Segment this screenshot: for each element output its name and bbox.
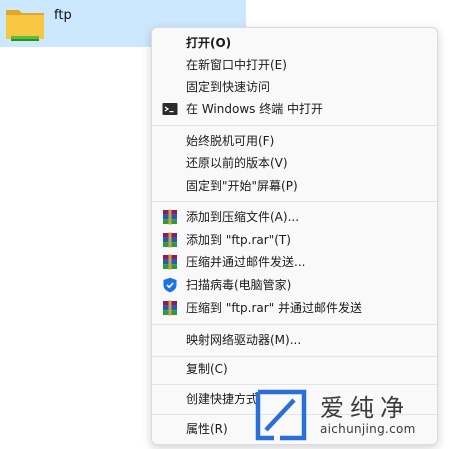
menu-item-label: 压缩并通过邮件发送... xyxy=(186,255,306,269)
menu-item-label: 属性(R) xyxy=(186,422,228,436)
menu-separator xyxy=(152,201,437,202)
winrar-icon xyxy=(163,300,177,316)
menu-item-label: 复制(C) xyxy=(186,362,228,376)
menu-item-label: 在 Windows 终端 中打开 xyxy=(186,102,324,116)
menu-item-compress-email[interactable]: 压缩并通过邮件发送... xyxy=(156,251,434,273)
menu-item-open-new-window[interactable]: 在新窗口中打开(E) xyxy=(156,54,434,76)
menu-item-map-network-drive[interactable]: 映射网络驱动器(M)... xyxy=(156,329,434,351)
menu-item-label: 添加到压缩文件(A)... xyxy=(186,210,300,224)
menu-separator xyxy=(152,356,437,357)
winrar-icon xyxy=(163,232,177,248)
folder-name: ftp xyxy=(54,8,72,23)
menu-item-compress-ftp-rar-email[interactable]: 压缩到 "ftp.rar" 并通过邮件发送 xyxy=(156,297,434,319)
menu-item-label: 在新窗口中打开(E) xyxy=(186,58,287,72)
context-menu: 打开(O) 在新窗口中打开(E) 固定到快速访问 在 Windows 终端 中打… xyxy=(151,27,438,445)
menu-item-restore-versions[interactable]: 还原以前的版本(V) xyxy=(156,152,434,174)
menu-item-open[interactable]: 打开(O) xyxy=(156,32,434,54)
menu-item-add-to-archive[interactable]: 添加到压缩文件(A)... xyxy=(156,206,434,228)
menu-item-label: 扫描病毒(电脑管家) xyxy=(186,278,292,292)
menu-item-label: 固定到快速访问 xyxy=(186,80,271,94)
menu-item-label: 始终脱机可用(F) xyxy=(186,134,275,148)
shield-icon xyxy=(163,277,177,293)
winrar-icon xyxy=(163,209,177,225)
watermark-title: 爱纯净 xyxy=(320,394,410,422)
menu-item-pin-start[interactable]: 固定到"开始"屏幕(P) xyxy=(156,175,434,197)
watermark: 爱纯净 aichunjing.com xyxy=(252,384,448,446)
menu-separator xyxy=(152,324,437,325)
menu-item-always-offline[interactable]: 始终脱机可用(F) xyxy=(156,130,434,152)
menu-item-open-in-terminal[interactable]: 在 Windows 终端 中打开 xyxy=(156,98,434,120)
menu-item-label: 映射网络驱动器(M)... xyxy=(186,333,302,347)
menu-item-copy[interactable]: 复制(C) xyxy=(156,358,434,380)
menu-separator xyxy=(152,125,437,126)
watermark-url: aichunjing.com xyxy=(320,422,416,436)
menu-item-scan-virus[interactable]: 扫描病毒(电脑管家) xyxy=(156,274,434,296)
terminal-icon xyxy=(162,103,178,115)
folder-icon xyxy=(6,10,44,41)
menu-item-label: 创建快捷方式 xyxy=(186,392,259,406)
menu-item-label: 固定到"开始"屏幕(P) xyxy=(186,179,298,193)
menu-item-label: 压缩到 "ftp.rar" 并通过邮件发送 xyxy=(186,301,363,315)
winrar-icon xyxy=(163,254,177,270)
menu-item-label: 还原以前的版本(V) xyxy=(186,156,288,170)
watermark-logo-icon xyxy=(255,389,307,441)
menu-item-pin-quick-access[interactable]: 固定到快速访问 xyxy=(156,76,434,98)
menu-item-label: 添加到 "ftp.rar"(T) xyxy=(186,233,291,247)
menu-item-add-to-ftp-rar[interactable]: 添加到 "ftp.rar"(T) xyxy=(156,229,434,251)
menu-item-label: 打开(O) xyxy=(186,36,232,50)
